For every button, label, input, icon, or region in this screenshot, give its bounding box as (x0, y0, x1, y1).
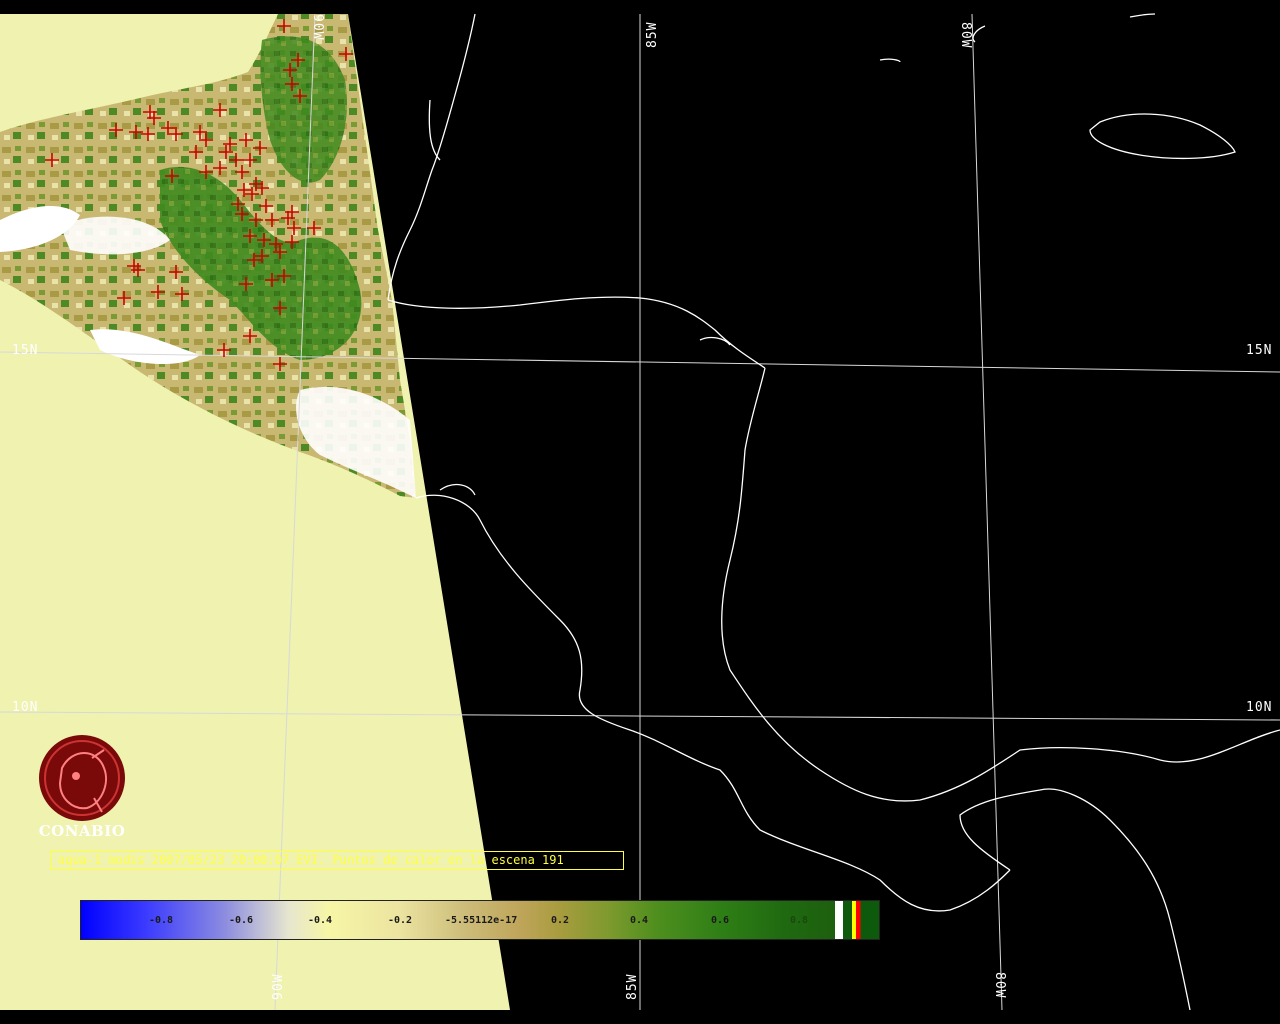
lon-label-80w-bottom: 80W (992, 972, 1007, 999)
map-canvas (0, 13, 1280, 1011)
lon-label-90w-bottom: 90W (271, 973, 286, 1000)
colorbar-tick: 0.6 (711, 915, 730, 926)
colorbar-tick: -0.4 (308, 915, 333, 926)
lon-label-80w-top: 80W (958, 22, 973, 49)
logo: CONABIO (34, 734, 130, 840)
lon-label-85w-bottom: 85W (625, 973, 640, 1000)
logo-text: CONABIO (38, 822, 126, 840)
colorbar-tick: 0.8 (790, 915, 809, 926)
colorbar-tick: -0.6 (229, 915, 254, 926)
colorbar-tick: -0.2 (388, 915, 413, 926)
lon-label-85w-top: 85W (645, 21, 660, 48)
lat-label-10n-left: 10N (12, 700, 39, 715)
scene-caption: aqua-1 modis 2007/05/23 20:00:07 EVI. Pu… (50, 851, 624, 870)
colorbar-tick: 0.2 (551, 915, 570, 926)
colorbar-tick: -5.55112e-17 (445, 915, 518, 926)
colorbar-tick: 0.4 (630, 915, 649, 926)
lon-label-90w-top: 90W (310, 14, 325, 41)
lat-label-10n-right: 10N (1246, 700, 1273, 715)
lat-label-15n-right: 15N (1246, 343, 1273, 358)
colorbar: -0.8 -0.6 -0.4 -0.2 -5.55112e-17 0.2 0.4… (80, 900, 880, 940)
colorbar-tick: -0.8 (149, 915, 174, 926)
lat-label-15n-left: 15N (12, 343, 39, 358)
